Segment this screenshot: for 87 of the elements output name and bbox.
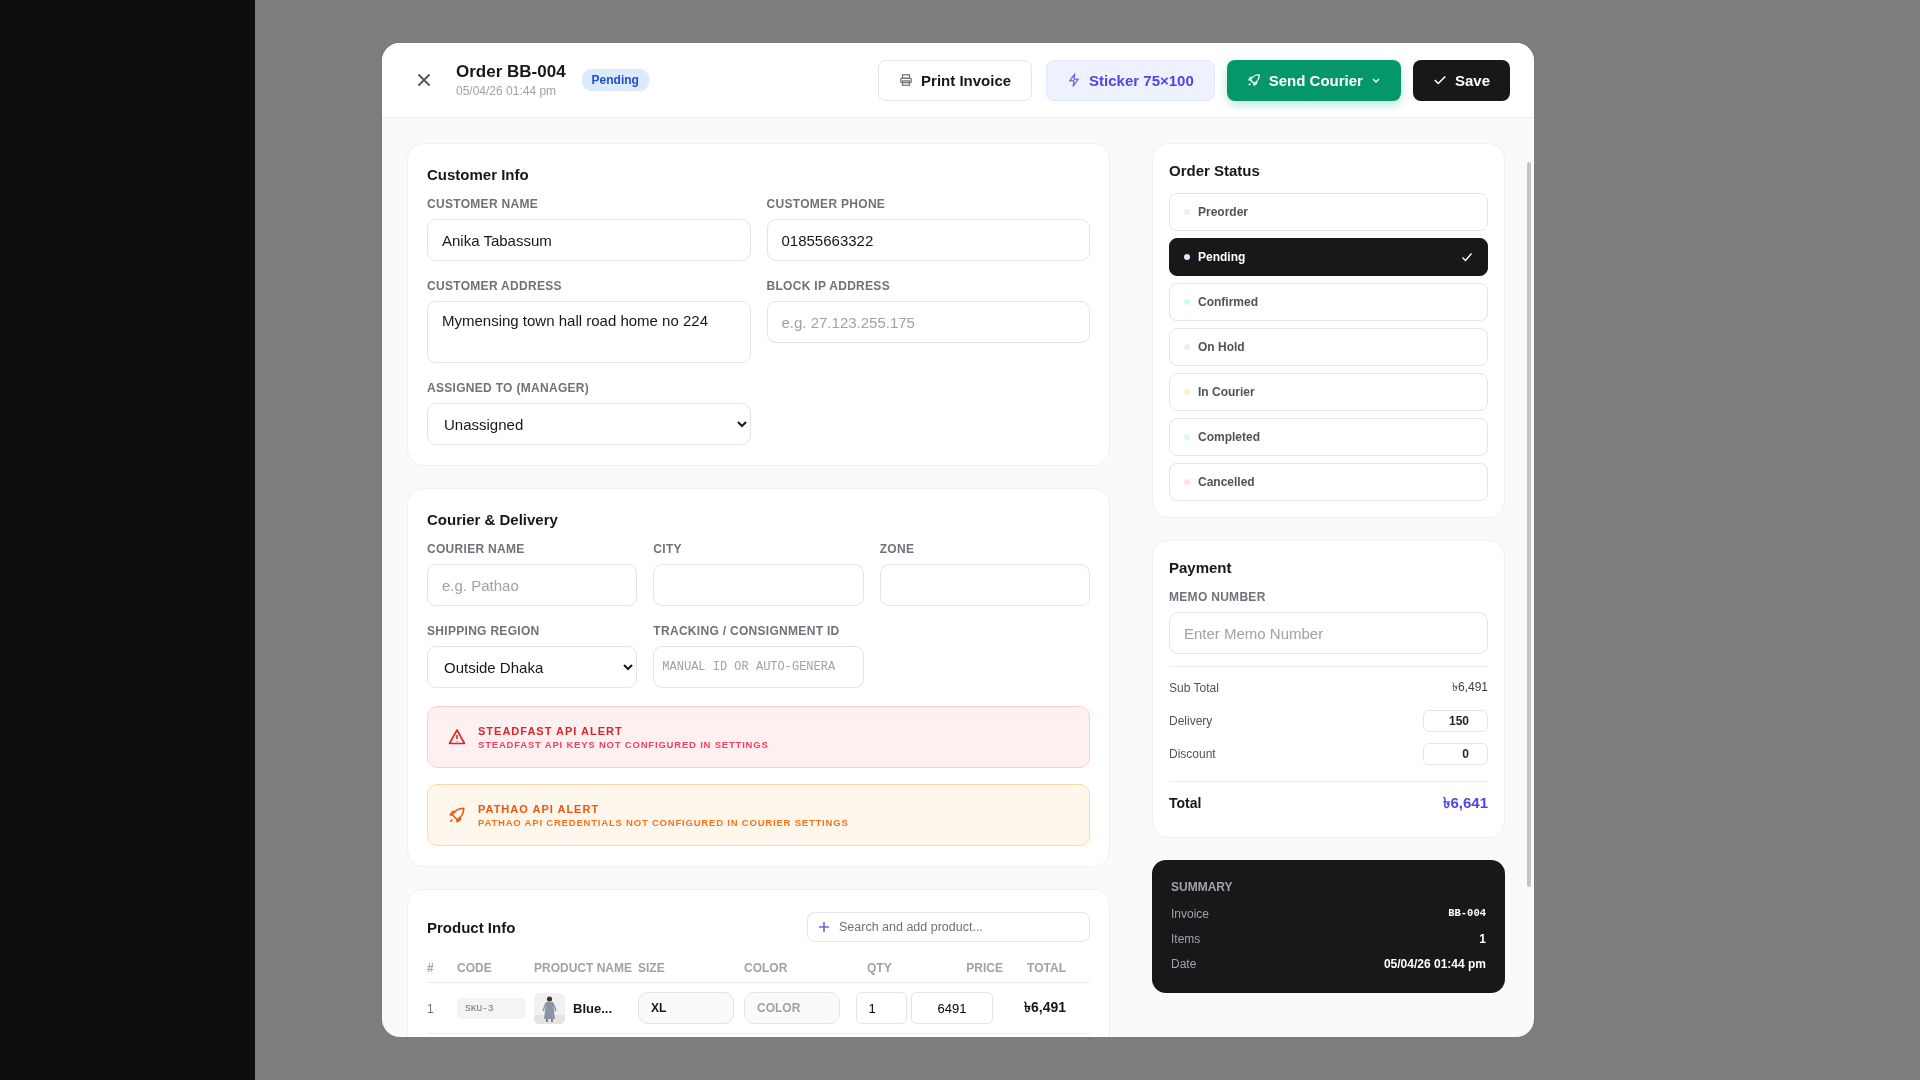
text-field[interactable] [879,564,1090,606]
alert-title: STEADFAST API ALERT [478,724,624,737]
dropdown[interactable]: Outside Dhaka [427,646,638,688]
product-name: Blue... [573,1000,612,1016]
check-icon [1461,251,1473,263]
field-label: CUSTOMER PHONE [766,197,887,211]
price-field[interactable]: 6491 [911,992,993,1024]
column-header: SIZE [638,961,665,975]
summary-title: SUMMARY [1171,880,1234,894]
total-label: Total [1169,795,1202,811]
text-field[interactable]: 01855663322 [766,219,1090,261]
text-field[interactable]: MANUAL ID OR AUTO-GENERA [653,646,864,688]
column-header: QTY [867,961,892,975]
quantity-field[interactable]: 1 [855,992,907,1024]
field-label: CUSTOMER NAME [427,197,539,211]
printer-icon [899,73,914,87]
field-label: CUSTOMER ADDRESS [427,279,563,293]
print-invoice-button[interactable]: Print Invoice [878,59,1033,101]
column-header: # [427,961,434,975]
text-field[interactable]: e.g. 27.123.255.175 [766,301,1090,343]
alert-message: STEADFAST API KEYS NOT CONFIGURED IN SETTINGS [478,738,769,750]
lightning-icon [1067,73,1082,87]
warning-icon [448,728,466,746]
column-header: PRODUCT NAME [534,961,632,975]
section-title: Order Status [1169,162,1261,179]
save-button[interactable]: Save [1412,59,1510,101]
field-label: BLOCK IP ADDRESS [766,279,891,293]
status-option[interactable]: Completed [1169,418,1488,456]
summary-value: 1 [1479,932,1486,946]
order-date: 05/04/26 01:44 pm [456,84,558,98]
column-header: TOTAL [1027,961,1066,975]
column-header: CODE [457,961,492,975]
delivery-label: Delivery [1169,714,1213,728]
sub-total-label: Sub Total [1169,681,1219,695]
plus-icon [818,921,830,933]
dropdown[interactable]: Unassigned [427,403,751,445]
status-badge: Pending [581,69,649,91]
text-field[interactable]: Anika Tabassum [427,219,751,261]
field-label: TRACKING / CONSIGNMENT ID [653,624,841,638]
delivery-field[interactable]: 150 [1423,710,1488,732]
section-title: Customer Info [427,166,530,183]
order-title: Order BB-004 [456,62,566,82]
field-label: COURIER NAME [427,542,526,556]
status-option[interactable]: Pending [1169,238,1488,276]
status-option[interactable]: In Courier [1169,373,1488,411]
product-search-field[interactable]: Search and add product... [807,912,1090,942]
field-label: CITY [653,542,683,556]
field-label: ASSIGNED TO (MANAGER) [427,381,591,395]
column-header: COLOR [744,961,788,975]
alert-message: PATHAO API CREDENTIALS NOT CONFIGURED IN COURIER SETTINGS [478,816,849,828]
summary-value: 05/04/26 01:44 pm [1383,957,1486,971]
rocket-icon [448,806,466,824]
summary-label: Items [1171,932,1201,946]
sku-chip: SKU-3 [457,998,525,1019]
rocket-icon [1246,73,1261,87]
discount-field[interactable]: 0 [1423,743,1488,765]
memo-field[interactable]: Enter Memo Number [1169,612,1488,654]
text-area[interactable]: Mymensing town hall road home no 224 [427,301,751,363]
summary-label: Invoice [1171,907,1210,921]
field-label: ZONE [879,542,916,556]
close-icon [416,72,432,88]
status-option[interactable]: Confirmed [1169,283,1488,321]
section-title: Product Info [427,918,516,936]
row-total: ৳6,491 [1023,999,1066,1015]
section-title: Payment [1169,559,1233,576]
status-option[interactable]: Preorder [1169,193,1488,231]
check-icon [1432,73,1447,87]
sticker-button[interactable]: Sticker 75×100 [1046,59,1215,101]
size-field[interactable]: XL [638,992,734,1024]
text-field[interactable]: e.g. Pathao [427,564,638,606]
status-option[interactable]: On Hold [1169,328,1488,366]
color-field[interactable]: COLOR [744,992,840,1024]
alert-title: PATHAO API ALERT [478,802,601,815]
section-title: Courier & Delivery [427,511,559,528]
field-label: SHIPPING REGION [427,624,541,638]
summary-label: Date [1171,957,1197,971]
status-option[interactable]: Cancelled [1169,463,1488,501]
field-label: MEMO NUMBER [1169,590,1267,604]
discount-label: Discount [1169,747,1216,761]
total-value: ৳6,641 [1443,792,1488,813]
send-courier-button[interactable]: Send Courier [1226,59,1401,101]
scrollbar[interactable] [1527,162,1531,887]
row-number: 1 [427,1002,434,1016]
column-header: PRICE [966,961,1003,975]
summary-value: BB-004 [1448,907,1486,921]
sub-total-value: ৳6,491 [1451,679,1488,696]
text-field[interactable] [653,564,864,606]
